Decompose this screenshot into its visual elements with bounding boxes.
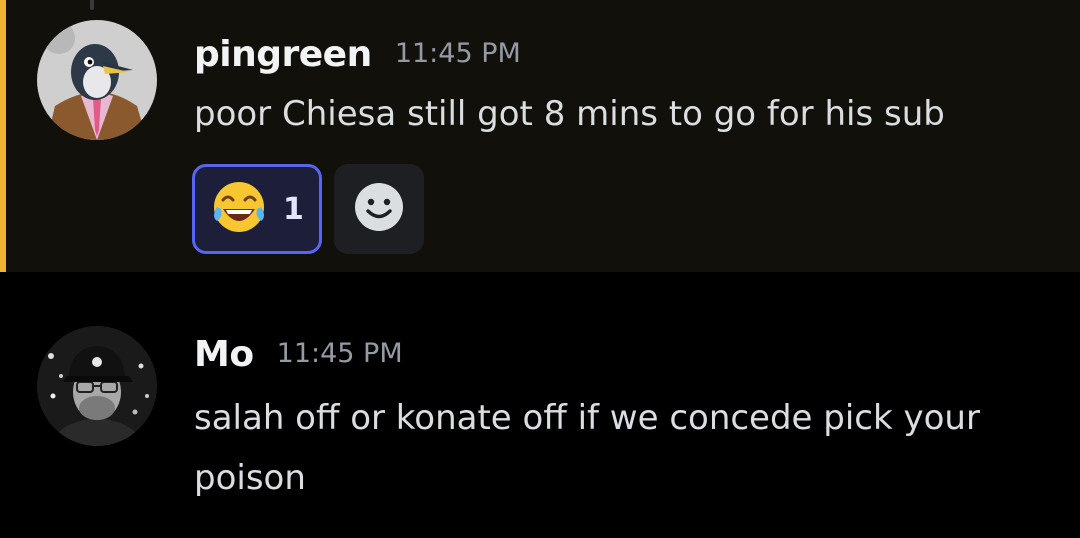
chat-messages: pingreen 11:45 PM poor Chiesa still got … <box>0 0 1080 538</box>
message-header: pingreen 11:45 PM <box>194 34 521 75</box>
message-item[interactable]: pingreen 11:45 PM poor Chiesa still got … <box>0 0 1080 272</box>
thread-connector <box>90 0 94 10</box>
message-content: poor Chiesa still got 8 mins to go for h… <box>194 94 945 134</box>
reactions-bar: 1 <box>192 164 424 254</box>
smiley-add-reaction-icon <box>353 181 405 237</box>
message-header: Mo 11:45 PM <box>194 334 403 375</box>
message-timestamp[interactable]: 11:45 PM <box>277 338 403 369</box>
joy-emoji <box>209 177 269 241</box>
add-reaction-button[interactable] <box>334 164 424 254</box>
author-name[interactable]: Mo <box>194 334 254 375</box>
reaction-count: 1 <box>283 191 304 227</box>
reaction-joy[interactable]: 1 <box>192 164 322 254</box>
message-content: salah off or konate off if we concede pi… <box>194 398 980 498</box>
message-timestamp[interactable]: 11:45 PM <box>395 38 521 69</box>
author-name[interactable]: pingreen <box>194 34 372 75</box>
penguin-avatar[interactable] <box>37 20 157 140</box>
message-item[interactable]: Mo 11:45 PM salah off or konate off if w… <box>0 272 1080 538</box>
user-photo-avatar[interactable] <box>37 326 157 446</box>
mention-highlight-bar <box>0 0 6 272</box>
